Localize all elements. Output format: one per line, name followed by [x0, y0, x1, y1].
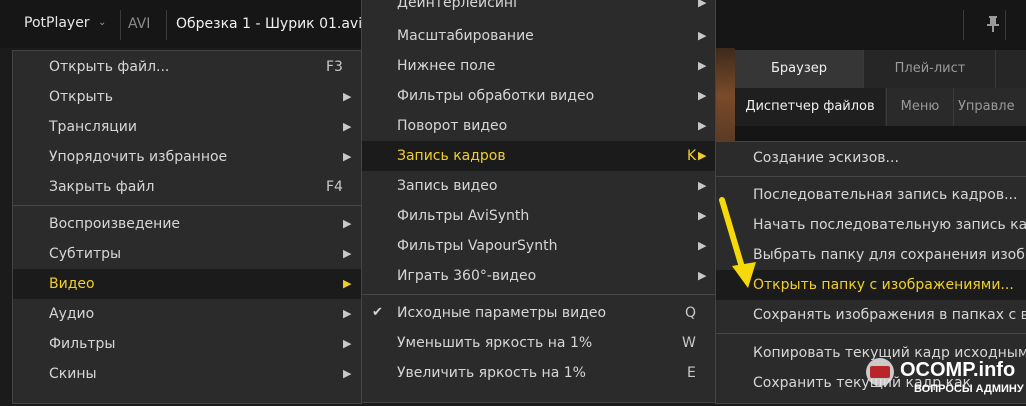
menu-item-skins[interactable]: Скины ▶ — [13, 359, 361, 389]
menu-item-360-video[interactable]: Играть 360°-видео ▶ — [362, 261, 715, 291]
submenu-arrow-icon: ▶ — [343, 217, 352, 230]
submenu-arrow-icon: ▶ — [343, 277, 352, 290]
tab-extra[interactable] — [995, 50, 1026, 88]
menu-item-playback[interactable]: Воспроизведение ▶ — [13, 209, 361, 239]
window-title: Обрезка 1 - Шурик 01.avi — [176, 16, 363, 32]
submenu-arrow-icon: ▶ — [698, 119, 707, 132]
title-divider — [166, 10, 167, 40]
menu-item-close-file[interactable]: Закрыть файл F4 — [13, 172, 361, 202]
submenu-arrow-icon: ▶ — [698, 0, 707, 9]
submenu-arrow-icon: ▶ — [698, 59, 707, 72]
submenu-arrow-icon: ▶ — [698, 149, 707, 162]
menu-item-bottom-margin[interactable]: Нижнее поле ▶ — [362, 51, 715, 81]
menu-item-increase-brightness[interactable]: Увеличить яркость на 1% E — [362, 358, 715, 388]
chevron-down-icon[interactable]: ⌄ — [98, 17, 106, 28]
menu-item-create-thumbnails[interactable]: Создание эскизов... — [716, 143, 1026, 173]
submenu-arrow-icon: ▶ — [698, 179, 707, 192]
submenu-arrow-icon: ▶ — [343, 337, 352, 350]
menu-item-avisynth-filters[interactable]: Фильтры AviSynth ▶ — [362, 201, 715, 231]
menu-item-start-sequential-capture[interactable]: Начать последовательную запись кадров — [716, 210, 1026, 240]
checkmark-icon: ✔ — [372, 305, 383, 320]
menu-item-video[interactable]: Видео ▶ — [13, 269, 361, 299]
menu-item-broadcasts[interactable]: Трансляции ▶ — [13, 112, 361, 142]
panel-subtabs: Диспетчер файлов Меню Управле — [735, 88, 1026, 126]
menu-divider — [716, 176, 1026, 177]
panel-tabs: Браузер Плей-лист — [735, 50, 1026, 88]
pin-icon[interactable] — [986, 16, 1000, 36]
menu-item-save-images-in-video-folders[interactable]: Сохранять изображения в папках с видео — [716, 300, 1026, 330]
menu-item-favorites[interactable]: Упорядочить избранное ▶ — [13, 142, 361, 172]
title-divider — [963, 10, 964, 40]
menu-divider — [716, 333, 1026, 334]
submenu-arrow-icon: ▶ — [698, 239, 707, 252]
subtab-control[interactable]: Управле — [953, 88, 1026, 126]
video-submenu: Деинтерлейсинг ▶ Масштабирование ▶ Нижне… — [361, 0, 716, 403]
submenu-arrow-icon: ▶ — [698, 89, 707, 102]
menu-item-video-filters[interactable]: Фильтры обработки видео ▶ — [362, 81, 715, 111]
watermark: OCOMP.info ВОПРОСЫ АДМИНУ — [858, 352, 1026, 402]
subtab-menu[interactable]: Меню — [886, 88, 953, 126]
submenu-arrow-icon: ▶ — [343, 90, 352, 103]
file-format: AVI — [128, 16, 151, 32]
menu-item-decrease-brightness[interactable]: Уменьшить яркость на 1% W — [362, 328, 715, 358]
menu-item-rotate-video[interactable]: Поворот видео ▶ — [362, 111, 715, 141]
menu-item-original-video-params[interactable]: ✔ Исходные параметры видео Q — [362, 298, 715, 328]
video-preview — [715, 48, 735, 143]
watermark-tagline: ВОПРОСЫ АДМИНУ — [914, 383, 1024, 395]
submenu-arrow-icon: ▶ — [343, 247, 352, 260]
menu-item-frame-capture[interactable]: Запись кадров K ▶ — [362, 141, 715, 171]
menu-item-choose-image-folder[interactable]: Выбрать папку для сохранения изображений — [716, 240, 1026, 270]
menu-item-filters[interactable]: Фильтры ▶ — [13, 329, 361, 359]
submenu-arrow-icon: ▶ — [343, 150, 352, 163]
menu-item-sequential-capture[interactable]: Последовательная запись кадров... — [716, 180, 1026, 210]
subtab-file-manager[interactable]: Диспетчер файлов — [735, 88, 885, 126]
submenu-arrow-icon: ▶ — [698, 29, 707, 42]
menu-item-video-capture[interactable]: Запись видео ▶ — [362, 171, 715, 201]
menu-item-subtitles[interactable]: Субтитры ▶ — [13, 239, 361, 269]
main-context-menu: Открыть файл... F3 Открыть ▶ Трансляции … — [12, 50, 362, 404]
menu-item-deinterlace[interactable]: Деинтерлейсинг ▶ — [362, 0, 715, 18]
app-logo[interactable]: PotPlayer — [24, 15, 90, 31]
tab-browser[interactable]: Браузер — [735, 50, 863, 88]
menu-item-vapoursynth-filters[interactable]: Фильтры VapourSynth ▶ — [362, 231, 715, 261]
title-divider — [120, 10, 121, 40]
submenu-arrow-icon: ▶ — [343, 367, 352, 380]
submenu-arrow-icon: ▶ — [343, 307, 352, 320]
menu-item-open-file[interactable]: Открыть файл... F3 — [13, 52, 361, 82]
tab-playlist[interactable]: Плей-лист — [863, 50, 996, 88]
menu-divider — [362, 294, 715, 295]
menu-item-scaling[interactable]: Масштабирование ▶ — [362, 21, 715, 51]
submenu-arrow-icon: ▶ — [343, 120, 352, 133]
menu-item-open[interactable]: Открыть ▶ — [13, 82, 361, 112]
menu-item-audio[interactable]: Аудио ▶ — [13, 299, 361, 329]
watermark-brand: OCOMP.info — [900, 359, 1015, 381]
menu-item-open-image-folder[interactable]: Открыть папку с изображениями... — [716, 270, 1026, 300]
annotation-arrow-icon — [719, 197, 756, 288]
submenu-arrow-icon: ▶ — [698, 269, 707, 282]
menu-divider — [13, 205, 361, 206]
submenu-arrow-icon: ▶ — [698, 209, 707, 222]
title-divider — [1005, 10, 1006, 40]
